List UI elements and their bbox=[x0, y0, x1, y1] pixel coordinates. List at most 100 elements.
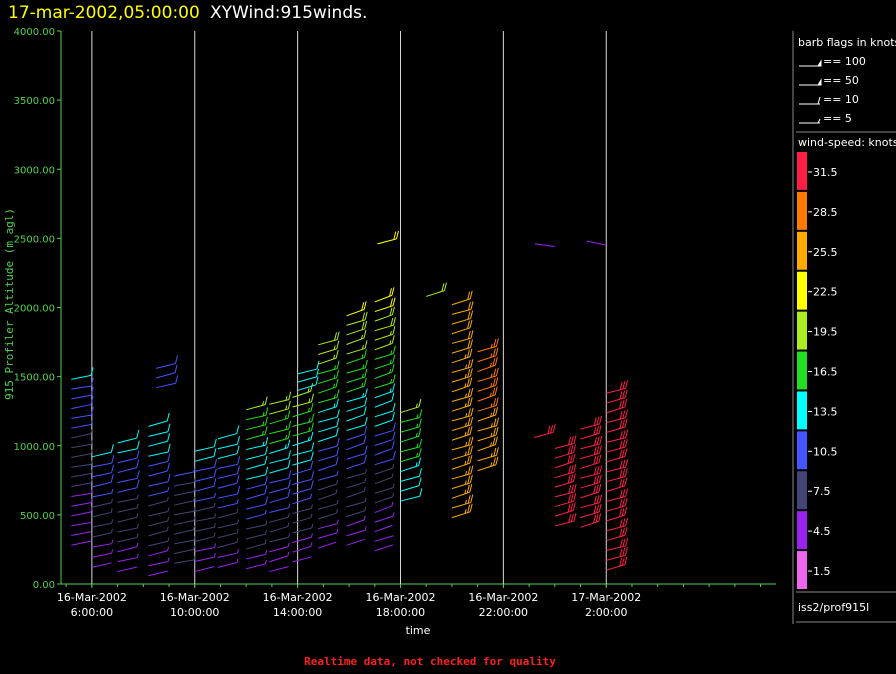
x-tick-time: 14:00:00 bbox=[273, 606, 322, 619]
wind-barb-flag bbox=[174, 364, 178, 373]
wind-barb-shaft bbox=[451, 404, 471, 412]
wind-barb-flag bbox=[236, 445, 240, 454]
wind-barb-flag bbox=[572, 473, 576, 482]
wind-barb-half-flag bbox=[310, 513, 313, 518]
wind-barb-shaft bbox=[117, 507, 138, 513]
wind-barb-shaft bbox=[451, 375, 471, 383]
wind-barb-shaft bbox=[91, 543, 112, 548]
wind-barb-half-flag bbox=[213, 502, 216, 507]
wind-barb-flag bbox=[622, 380, 626, 390]
wind-barb-flag bbox=[167, 473, 171, 482]
wind-barb-shaft bbox=[117, 448, 138, 454]
wind-barb-shaft bbox=[91, 492, 112, 498]
wind-barb-flag bbox=[287, 489, 291, 498]
wind-barb-flag bbox=[493, 418, 497, 427]
wind-barb-shaft bbox=[269, 417, 289, 425]
wind-barb-shaft bbox=[174, 471, 194, 477]
wind-barb-flag bbox=[364, 397, 368, 406]
wind-barb-shaft bbox=[477, 434, 497, 442]
wind-barb-flag bbox=[568, 436, 572, 446]
wind-barb-shaft bbox=[148, 461, 168, 467]
wind-barb-shaft bbox=[534, 243, 555, 248]
wind-barb-flag bbox=[467, 398, 471, 407]
wind-barb-shaft bbox=[174, 559, 195, 564]
wind-barb-flag bbox=[469, 455, 473, 464]
wind-barb-shaft bbox=[606, 545, 626, 551]
wind-barb-flag bbox=[624, 497, 628, 507]
wind-barb-flag bbox=[467, 388, 471, 397]
wind-barb-flag bbox=[175, 375, 179, 384]
wind-barb-shaft bbox=[217, 552, 238, 559]
wind-barb-flag bbox=[619, 508, 622, 518]
wind-barb-half-flag bbox=[392, 483, 395, 488]
wind-barb-shaft bbox=[246, 474, 266, 480]
wind-barb-shaft bbox=[269, 566, 289, 573]
barb-legend-flag bbox=[817, 96, 821, 105]
wind-barb-flag bbox=[619, 449, 623, 459]
wind-barb-flag bbox=[214, 459, 217, 468]
wind-barb-shaft bbox=[174, 500, 194, 506]
wind-barb-flag bbox=[265, 436, 269, 446]
wind-barb-shaft bbox=[292, 536, 312, 544]
wind-barb-shaft bbox=[292, 390, 311, 398]
wind-barb-shaft bbox=[71, 443, 92, 449]
wind-barb-flag bbox=[287, 400, 291, 410]
wind-barb-shaft bbox=[346, 328, 365, 336]
color-swatch bbox=[797, 511, 807, 550]
color-legend-label: 22.5 bbox=[813, 286, 838, 299]
barb-legend-flag bbox=[817, 78, 822, 86]
wind-barb-shaft bbox=[318, 454, 337, 462]
wind-barb-half-flag bbox=[214, 513, 217, 518]
wind-barb-flag bbox=[622, 459, 626, 468]
wind-barb-flag bbox=[334, 332, 338, 341]
wind-barb-flag bbox=[418, 477, 422, 486]
wind-barb-shaft bbox=[346, 319, 366, 326]
wind-barb-flag bbox=[265, 496, 269, 505]
wind-barb-flag bbox=[213, 448, 217, 457]
wind-barb-shaft bbox=[117, 477, 138, 484]
wind-barb-flag bbox=[419, 438, 423, 447]
wind-barb-flag bbox=[264, 455, 268, 465]
wind-barb-flag bbox=[310, 460, 314, 470]
wind-barb-half-flag bbox=[111, 549, 114, 554]
wind-barb-half-flag bbox=[236, 538, 239, 543]
wind-barb-flag bbox=[599, 465, 603, 474]
wind-barb-shaft bbox=[451, 385, 470, 393]
color-legend-label: 1.5 bbox=[813, 565, 831, 578]
wind-barb-shaft bbox=[606, 417, 626, 424]
wind-barb-flag bbox=[418, 418, 422, 427]
wind-barb-shaft bbox=[91, 552, 112, 558]
wind-barb-shaft bbox=[117, 487, 138, 493]
wind-barb-flag bbox=[264, 485, 268, 494]
wind-barb-flag bbox=[363, 301, 367, 310]
wind-barb-flag bbox=[363, 377, 367, 387]
wind-barb-shaft bbox=[318, 425, 338, 433]
wind-barb-shaft bbox=[451, 308, 472, 315]
wind-barb-shaft bbox=[292, 421, 312, 427]
wind-barb-shaft bbox=[148, 420, 168, 427]
wind-barb-flag bbox=[466, 378, 470, 387]
wind-barb-shaft bbox=[194, 526, 215, 532]
wind-barb-flag bbox=[495, 456, 499, 465]
wind-barb-flag bbox=[469, 377, 473, 386]
wind-barb-shaft bbox=[606, 554, 626, 561]
wind-barb-flag bbox=[599, 415, 603, 425]
wind-barb-flag bbox=[619, 411, 623, 420]
wind-barb-flag bbox=[621, 527, 625, 537]
wind-barb-half-flag bbox=[110, 528, 113, 533]
wind-barb-shaft bbox=[217, 463, 238, 469]
wind-barb-flag bbox=[598, 503, 602, 513]
wind-barb-flag bbox=[288, 391, 292, 400]
wind-barb-flag bbox=[625, 488, 629, 497]
wind-barb-shaft bbox=[318, 464, 337, 472]
wind-barb-flag bbox=[364, 416, 368, 426]
wind-barb-half-flag bbox=[136, 533, 139, 538]
wind-barb-flag bbox=[174, 355, 178, 364]
wind-barb-shaft bbox=[477, 425, 497, 432]
wind-barb-half-flag bbox=[136, 542, 139, 547]
y-tick-label: 1500.00 bbox=[14, 373, 55, 384]
wind-barb-flag bbox=[593, 476, 597, 485]
wind-barb-flag bbox=[495, 406, 499, 416]
wind-barb-shaft bbox=[477, 464, 497, 472]
wind-barb-flag bbox=[568, 514, 572, 523]
